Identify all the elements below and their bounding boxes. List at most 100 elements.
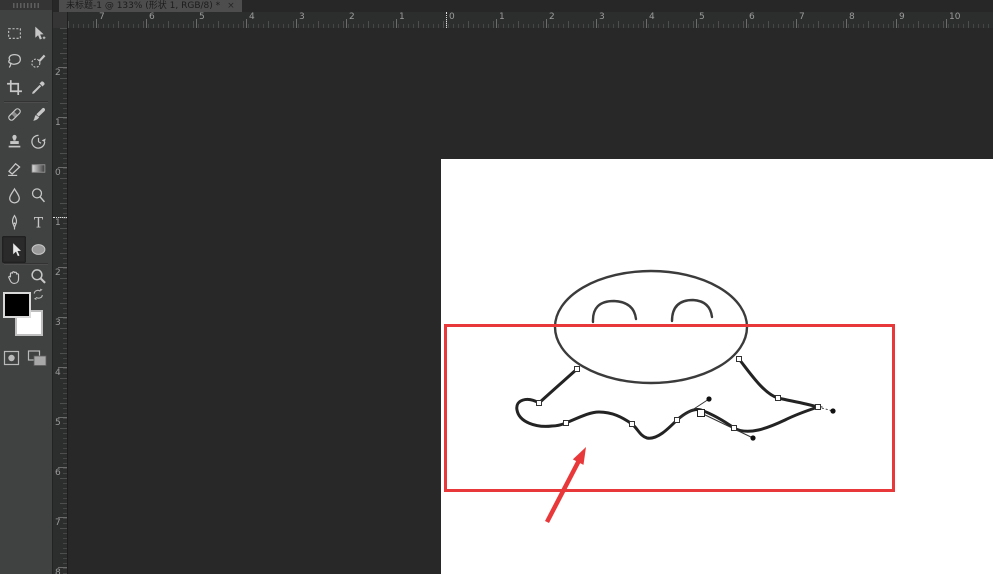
type-icon: T xyxy=(33,215,43,231)
ruler-label: 10 xyxy=(949,12,961,22)
quick-selection-tool[interactable] xyxy=(26,47,50,74)
path-anchor-selected[interactable] xyxy=(697,409,705,417)
document-tab-bar: 未标题-1 @ 133% (形状 1, RGB/8) * × xyxy=(53,0,993,12)
foreground-color-swatch[interactable] xyxy=(3,292,31,318)
gradient-icon xyxy=(31,164,45,173)
healing-brush-tool[interactable] xyxy=(2,101,26,128)
toolbar-divider xyxy=(4,101,48,102)
ellipse-tool[interactable] xyxy=(26,236,50,263)
path-anchor[interactable] xyxy=(563,420,569,426)
brush-icon xyxy=(32,107,45,121)
ruler-label: 7 xyxy=(55,518,61,528)
ruler-label: 2 xyxy=(549,12,555,22)
ruler-label: 4 xyxy=(649,12,655,22)
eraser-tool[interactable] xyxy=(2,155,26,182)
rectangular-marquee-tool[interactable] xyxy=(2,20,26,47)
ruler-label: 5 xyxy=(699,12,705,22)
marquee-icon xyxy=(7,28,21,39)
ellipse-icon xyxy=(31,244,45,255)
dodge-tool[interactable] xyxy=(26,182,50,209)
zoom-tool[interactable] xyxy=(26,263,50,290)
panel-grip-bar xyxy=(0,0,52,10)
eraser-icon xyxy=(7,162,21,176)
path-anchor[interactable] xyxy=(629,421,635,427)
ruler-label: 3 xyxy=(55,318,61,328)
ruler-label: 2 xyxy=(349,12,355,22)
quick-mask-button[interactable] xyxy=(3,350,20,366)
path-anchor[interactable] xyxy=(815,404,821,410)
ruler-label: 8 xyxy=(55,568,61,574)
path-selection-tool[interactable] xyxy=(2,236,26,263)
ruler-label: 9 xyxy=(899,12,905,22)
bezier-handle-line xyxy=(700,412,754,439)
document-title: 未标题-1 @ 133% (形状 1, RGB/8) * xyxy=(66,1,221,11)
horizontal-ruler[interactable]: 7 6 5 4 3 2 1 0 1 2 3 4 5 6 7 8 9 10 xyxy=(68,12,993,29)
annotation-arrow-head xyxy=(572,447,586,465)
ruler-label: 0 xyxy=(449,12,455,22)
jellyfish-left-eye[interactable] xyxy=(591,299,638,324)
ruler-label: 3 xyxy=(599,12,605,22)
lasso-icon xyxy=(7,54,21,68)
brush-tool[interactable] xyxy=(26,101,50,128)
blur-tool[interactable] xyxy=(2,182,26,209)
crop-tool[interactable] xyxy=(2,74,26,101)
dodge-icon xyxy=(31,188,45,203)
swap-colors-icon[interactable] xyxy=(31,287,46,302)
healing-brush-icon xyxy=(7,108,21,121)
bezier-handle-dot[interactable] xyxy=(706,396,712,402)
ruler-label: 7 xyxy=(99,12,105,22)
bezier-handle-dot[interactable] xyxy=(750,435,756,441)
ruler-corner[interactable] xyxy=(53,12,68,29)
lasso-tool[interactable] xyxy=(2,47,26,74)
ruler-label: 1 xyxy=(399,12,405,22)
close-tab-icon[interactable]: × xyxy=(227,0,235,12)
ruler-label: 4 xyxy=(249,12,255,22)
ruler-label: 7 xyxy=(799,12,805,22)
pen-tool[interactable] xyxy=(2,209,26,236)
ruler-label: 5 xyxy=(55,418,61,428)
ruler-label: 2 xyxy=(55,268,61,278)
history-brush-tool[interactable] xyxy=(26,128,50,155)
ruler-label: 5 xyxy=(199,12,205,22)
tools-panel: T xyxy=(0,0,53,574)
bezier-handles-layer xyxy=(676,396,836,441)
screen-mode-button[interactable] xyxy=(27,349,48,367)
hand-tool[interactable] xyxy=(2,263,26,290)
ruler-label: 0 xyxy=(55,168,61,178)
path-selection-icon xyxy=(12,241,22,257)
path-anchor[interactable] xyxy=(536,400,542,406)
path-anchors-layer xyxy=(536,356,821,431)
annotation-rectangle xyxy=(444,324,895,492)
ruler-cursor-indicator xyxy=(446,12,447,28)
gradient-tool[interactable] xyxy=(26,155,50,182)
history-brush-icon xyxy=(30,134,46,149)
eyedropper-tool[interactable] xyxy=(26,74,50,101)
move-tool[interactable] xyxy=(26,20,50,47)
clone-stamp-tool[interactable] xyxy=(2,128,26,155)
eyedropper-icon xyxy=(31,81,45,94)
panel-grip-icon[interactable] xyxy=(13,3,39,8)
jellyfish-right-eye[interactable] xyxy=(670,298,714,323)
ruler-label: 8 xyxy=(849,12,855,22)
path-anchor[interactable] xyxy=(574,366,580,372)
ruler-label: 4 xyxy=(55,368,61,378)
path-anchor[interactable] xyxy=(674,417,680,423)
jellyfish-skirt-path[interactable] xyxy=(515,357,824,440)
ruler-label: 2 xyxy=(55,68,61,78)
document-tab[interactable]: 未标题-1 @ 133% (形状 1, RGB/8) * × xyxy=(59,0,242,12)
bezier-handle-dot[interactable] xyxy=(830,408,836,414)
ruler-cursor-indicator xyxy=(53,217,67,218)
ruler-label: 6 xyxy=(749,12,755,22)
path-anchor[interactable] xyxy=(736,356,742,362)
ruler-label: 3 xyxy=(299,12,305,22)
hand-icon xyxy=(7,271,19,284)
type-tool[interactable]: T xyxy=(26,209,50,236)
tool-grid: T xyxy=(2,20,50,290)
toolbar-divider xyxy=(4,263,48,264)
vertical-ruler[interactable]: 2 1 0 1 2 3 4 5 6 7 8 xyxy=(53,28,68,574)
ruler-label: 1 xyxy=(55,218,61,228)
path-anchor[interactable] xyxy=(775,395,781,401)
clone-stamp-icon xyxy=(8,134,20,148)
pen-icon xyxy=(11,214,17,230)
path-anchor[interactable] xyxy=(731,425,737,431)
